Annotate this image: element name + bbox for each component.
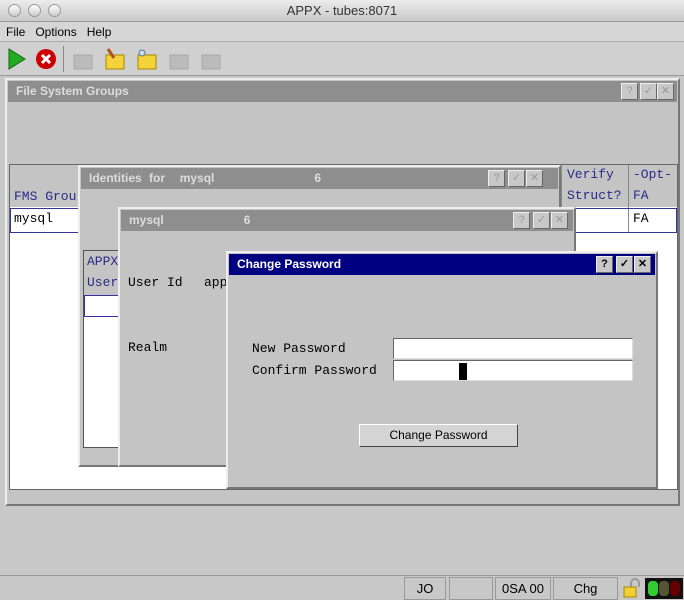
new-password-label: New Password: [252, 341, 346, 356]
row-name: mysql: [14, 211, 54, 226]
change-password-button[interactable]: Change Password: [359, 424, 518, 447]
window-title-bar: APPX - tubes:8071: [0, 0, 684, 22]
col-fms-group: FMS Grou: [14, 189, 77, 204]
connection-lights: [645, 578, 683, 599]
cancel-icon[interactable]: [35, 48, 57, 70]
col-struct: Struct?: [567, 188, 622, 203]
col-verify: Verify: [567, 167, 614, 182]
run-icon[interactable]: [6, 48, 28, 70]
help-button[interactable]: ?: [488, 170, 505, 187]
help-button[interactable]: ?: [621, 83, 638, 100]
confirm-password-label: Confirm Password: [252, 363, 377, 378]
help-button[interactable]: ?: [513, 212, 530, 229]
minimize-window-button[interactable]: [28, 4, 41, 17]
menu-help[interactable]: Help: [87, 25, 112, 39]
help-button[interactable]: ?: [596, 256, 613, 273]
status-code: 0SA 00: [495, 577, 551, 600]
confirm-password-input[interactable]: [393, 360, 633, 381]
new-icon: [73, 54, 93, 70]
delete-icon: [169, 54, 189, 70]
inquire-icon[interactable]: [136, 48, 158, 70]
close-button[interactable]: ✕: [551, 212, 568, 229]
menu-bar: File Options Help: [0, 22, 684, 42]
menu-file[interactable]: File: [6, 25, 25, 39]
status-jo: JO: [404, 577, 446, 600]
menu-options[interactable]: Options: [35, 25, 76, 39]
change-password-dialog: Change Password ? ✓ ✕ New Password Confi…: [226, 251, 658, 489]
list-header-appx: APPX: [87, 254, 119, 269]
green-light-icon: [648, 581, 658, 596]
status-blank: [449, 577, 493, 600]
change-password-title: Change Password: [229, 254, 655, 275]
approve-icon: [201, 54, 221, 70]
yellow-light-icon: [659, 581, 669, 596]
row-opt: FA: [633, 211, 649, 226]
status-mode: Chg: [553, 577, 618, 600]
text-cursor: [459, 363, 467, 380]
identities-title: Identities for: [89, 171, 166, 185]
toolbar: [0, 42, 684, 76]
ok-button[interactable]: ✓: [508, 170, 525, 187]
user-id-label: User Id: [128, 275, 183, 290]
mysql-num: 6: [243, 213, 251, 227]
new-password-input[interactable]: [393, 338, 633, 359]
col-opt: -Opt-: [633, 167, 673, 182]
ok-button[interactable]: ✓: [640, 83, 657, 100]
ok-button[interactable]: ✓: [533, 212, 550, 229]
red-light-icon: [670, 581, 680, 596]
close-button[interactable]: ✕: [657, 83, 674, 100]
col-fa: FA: [633, 188, 649, 203]
user-id-value: app: [204, 275, 228, 290]
edit-icon[interactable]: [104, 48, 126, 70]
identities-num: 6: [314, 171, 322, 185]
mysql-title: mysql: [129, 213, 164, 227]
close-button[interactable]: ✕: [634, 256, 651, 273]
fsg-title: File System Groups: [8, 81, 677, 102]
window-title: APPX - tubes:8071: [286, 3, 398, 18]
realm-label: Realm: [128, 340, 168, 355]
zoom-window-button[interactable]: [48, 4, 61, 17]
ok-button[interactable]: ✓: [616, 256, 633, 273]
list-header-user: User: [87, 275, 119, 290]
lock-icon: [623, 578, 640, 598]
close-window-button[interactable]: [8, 4, 21, 17]
identities-name: mysql: [179, 171, 215, 185]
close-button[interactable]: ✕: [526, 170, 543, 187]
